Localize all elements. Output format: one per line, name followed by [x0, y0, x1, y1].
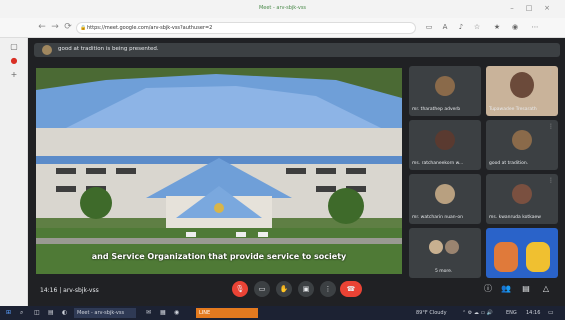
avatar	[526, 242, 550, 272]
avatar	[435, 130, 455, 150]
task-view-icon[interactable]: ◫	[34, 308, 40, 318]
add-icon[interactable]: +	[8, 70, 20, 80]
avatar	[429, 240, 443, 254]
participant-name: mr. watcharin nuan-on	[412, 215, 463, 220]
meeting-code: arv-sbjk-vss	[63, 287, 99, 294]
participant-tile[interactable]	[486, 228, 558, 278]
edge-icon[interactable]: ◐	[62, 308, 67, 318]
system-tray-icons[interactable]: ⌃ ⚙ ☁ ▭ 🔊	[462, 308, 493, 318]
minimize-button[interactable]: –	[505, 4, 519, 12]
more-participants-label: 5 more.	[435, 269, 453, 274]
favorites-list-icon[interactable]: ★	[492, 22, 502, 32]
participant-name: ms. kwanruda kotkaew	[489, 215, 541, 220]
avatar	[42, 45, 52, 55]
building-image	[36, 68, 402, 274]
favorite-icon[interactable]: ☆	[472, 22, 482, 32]
avatar	[445, 240, 459, 254]
activities-icon[interactable]: △	[540, 283, 552, 295]
url-bar[interactable]: 🔒 https://meet.google.com/arv-sbjk-vss?au…	[76, 22, 416, 34]
start-icon[interactable]: ⊞	[6, 308, 11, 318]
more-options-icon[interactable]: ⋮	[548, 123, 554, 130]
participant-tile[interactable]: ⋮ ms. kwanruda kotkaew	[486, 174, 558, 224]
reload-icon[interactable]: ⟳	[62, 21, 74, 33]
profile-icon[interactable]: ◉	[510, 22, 520, 32]
chrome-icon[interactable]: ◉	[174, 308, 179, 318]
participant-tile[interactable]: mr. tharathep adverb	[409, 66, 481, 116]
participant-tile[interactable]: ⋮ Tupawadee Tresarath	[486, 66, 558, 116]
store-icon[interactable]: ▦	[160, 308, 166, 318]
notification-center-icon[interactable]: ▭	[548, 308, 554, 318]
people-icon[interactable]: 👥	[500, 283, 512, 295]
avatar	[512, 130, 532, 150]
taskbar-item-line[interactable]: LINE	[196, 308, 258, 318]
chat-icon[interactable]: ▤	[520, 283, 532, 295]
camera-icon[interactable]: ▭	[424, 22, 434, 32]
end-call-button[interactable]: ☎	[340, 281, 362, 297]
avatar	[435, 184, 455, 204]
maximize-button[interactable]: □	[522, 4, 536, 12]
raise-hand-icon[interactable]: ✋	[276, 281, 292, 297]
notification-text: good at tradition is being presented.	[58, 46, 159, 52]
back-icon[interactable]: ←	[36, 21, 48, 33]
mail-icon[interactable]: ✉	[146, 308, 151, 318]
translate-icon[interactable]: A	[440, 22, 450, 32]
more-options-icon[interactable]: ⋮	[320, 281, 336, 297]
presentation-video[interactable]	[36, 68, 402, 274]
close-button[interactable]: ×	[540, 4, 554, 12]
present-icon[interactable]: ▣	[298, 281, 314, 297]
participant-name: mr. tharathep adverb	[412, 107, 461, 112]
meeting-time-code: 14:16 | arv-sbjk-vss	[40, 287, 99, 294]
participant-tile[interactable]: ms. ratchaneekorn w...	[409, 120, 481, 170]
more-icon[interactable]: ⋯	[530, 22, 540, 32]
weather-widget[interactable]: 89°F Cloudy	[416, 308, 447, 318]
record-icon[interactable]: ●	[8, 56, 20, 66]
read-aloud-icon[interactable]: ♪	[456, 22, 466, 32]
more-participants-tile[interactable]: 5 more.	[409, 228, 481, 278]
mic-off-icon[interactable]: 🎙	[232, 281, 248, 297]
language-indicator[interactable]: ENG	[506, 308, 517, 318]
participant-name: Tupawadee Tresarath	[489, 107, 537, 112]
participant-name: good at tradition.	[489, 161, 529, 166]
participant-name: ms. ratchaneekorn w...	[412, 161, 464, 166]
tabs-icon[interactable]: ▢	[8, 42, 20, 52]
forward-icon[interactable]: →	[49, 21, 61, 33]
lock-icon: 🔒	[80, 25, 87, 31]
participant-tile[interactable]: ⋮ good at tradition.	[486, 120, 558, 170]
url-text: https://meet.google.com/arv-sbjk-vss?aut…	[87, 25, 213, 31]
participant-tile[interactable]: mr. watcharin nuan-on	[409, 174, 481, 224]
search-icon[interactable]: ⌕	[20, 308, 23, 318]
avatar	[435, 76, 455, 96]
info-icon[interactable]: ⓘ	[482, 283, 494, 295]
tab-title[interactable]: Meet - arv-sbjk-vss	[0, 5, 565, 11]
more-options-icon[interactable]: ⋮	[548, 177, 554, 184]
camera-off-icon[interactable]: ▭	[254, 281, 270, 297]
avatar	[510, 72, 534, 98]
taskbar-item-meet[interactable]: Meet - arv-sbjk-vss	[74, 308, 136, 318]
video-caption: and Service Organization that provide se…	[91, 252, 347, 261]
more-options-icon[interactable]: ⋮	[548, 69, 554, 76]
file-explorer-icon[interactable]: ▤	[48, 308, 54, 318]
avatar	[494, 242, 518, 272]
avatar	[512, 184, 532, 204]
taskbar-clock[interactable]: 14:16	[526, 308, 540, 318]
meeting-time: 14:16	[40, 287, 58, 294]
